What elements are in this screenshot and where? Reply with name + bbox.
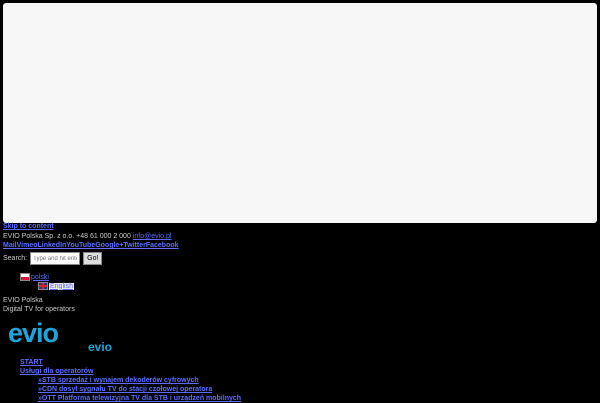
- search-label: Search:: [3, 255, 28, 262]
- site-name: EVIO Polska: [3, 297, 43, 304]
- nav-item-start[interactable]: START: [20, 358, 241, 367]
- nav-item-services[interactable]: Usługi dla operatorów: [20, 367, 241, 376]
- language-link-polski[interactable]: polski: [20, 273, 49, 281]
- polish-flag-icon: [20, 273, 30, 281]
- company-info: EVIO Polska Sp. z o.o. +48 61 000 2 000 …: [3, 233, 171, 240]
- evio-logo[interactable]: evio evio: [8, 318, 112, 354]
- search-go-button[interactable]: Go!: [83, 252, 103, 265]
- language-label-english: English: [49, 282, 74, 290]
- site-tagline: Digital TV for operators: [3, 306, 75, 313]
- search-form: Search: Go!: [3, 252, 103, 265]
- nav-subitem-stb[interactable]: »STB sprzedaż i wynajem dekoderów cyfrow…: [38, 376, 241, 385]
- social-links: MailVimeoLinkedInYouTubeGoogle+TwitterFa…: [3, 242, 179, 249]
- company-phone: +48 61 000 2 000: [76, 233, 131, 240]
- logo-text-large: evio: [8, 318, 59, 348]
- logo-text-small: evio: [88, 340, 113, 354]
- social-link-googleplus[interactable]: Google+: [95, 242, 123, 249]
- company-email-link[interactable]: info@evio.pl: [133, 233, 172, 240]
- social-link-mail[interactable]: Mail: [3, 242, 17, 249]
- overlay-panel: [3, 3, 597, 223]
- nav-subitem-ott[interactable]: »OTT Platforma telewizyjna TV dla STB i …: [38, 394, 241, 403]
- main-navigation: START Usługi dla operatorów »STB sprzeda…: [20, 358, 241, 403]
- nav-subitem-cdn[interactable]: »CDN dosył sygnału TV do stacji czołowej…: [38, 385, 241, 394]
- social-link-twitter[interactable]: Twitter: [123, 242, 145, 249]
- social-link-vimeo[interactable]: Vimeo: [17, 242, 38, 249]
- social-link-facebook[interactable]: Facebook: [146, 242, 179, 249]
- skip-to-content-link[interactable]: Skip to content: [3, 223, 54, 230]
- language-label-polski: polski: [31, 273, 49, 281]
- company-name: EVIO Polska Sp. z o.o.: [3, 233, 75, 240]
- social-link-youtube[interactable]: YouTube: [66, 242, 95, 249]
- social-link-linkedin[interactable]: LinkedIn: [38, 242, 67, 249]
- search-input[interactable]: [30, 252, 81, 265]
- uk-flag-icon: [38, 282, 48, 290]
- language-link-english[interactable]: English: [38, 282, 74, 290]
